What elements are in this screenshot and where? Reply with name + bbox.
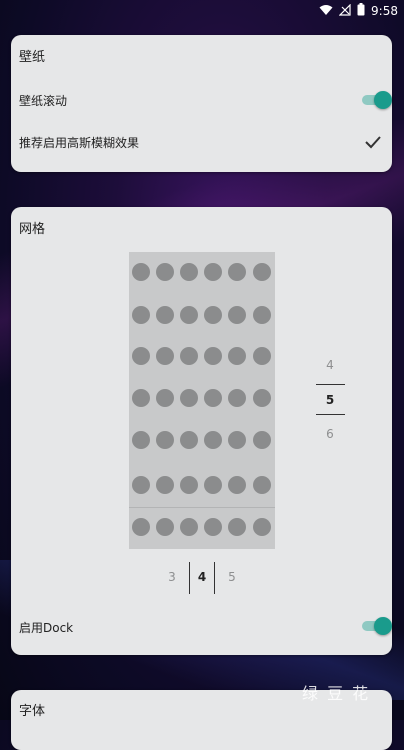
dock-dot — [132, 518, 150, 536]
wallpaper-card: 壁纸 壁纸滚动 推荐启用高斯模糊效果 — [11, 35, 392, 172]
dock-separator — [129, 507, 275, 508]
grid-dot — [228, 431, 246, 449]
grid-dot — [132, 347, 150, 365]
grid-dot — [132, 389, 150, 407]
grid-dot — [132, 431, 150, 449]
grid-dot — [180, 389, 198, 407]
grid-dot — [228, 389, 246, 407]
grid-dot — [228, 306, 246, 324]
wallpaper-scroll-label: 壁纸滚动 — [19, 94, 68, 108]
wallpaper-scroll-toggle[interactable] — [360, 91, 392, 109]
grid-dot — [204, 263, 222, 281]
grid-dot — [253, 389, 271, 407]
cols-picker-prev[interactable]: 3 — [165, 570, 179, 584]
status-bar: 9:58 — [0, 0, 404, 24]
signal-icon — [338, 3, 351, 19]
dock-dot — [180, 518, 198, 536]
grid-dot — [180, 306, 198, 324]
status-time: 9:58 — [371, 4, 398, 18]
grid-dot — [156, 476, 174, 494]
grid-dot — [132, 306, 150, 324]
battery-icon — [357, 3, 365, 19]
rows-picker-top-line — [316, 384, 345, 385]
grid-dot — [253, 431, 271, 449]
cols-picker-next[interactable]: 5 — [225, 570, 239, 584]
grid-dot — [253, 476, 271, 494]
grid-dot — [228, 263, 246, 281]
grid-dot — [180, 476, 198, 494]
grid-dot — [132, 263, 150, 281]
grid-dot — [253, 347, 271, 365]
cols-picker-left-line — [189, 562, 190, 594]
dock-toggle[interactable] — [360, 617, 392, 635]
dock-dot — [156, 518, 174, 536]
grid-dot — [156, 347, 174, 365]
check-icon[interactable] — [363, 132, 383, 152]
grid-dot — [180, 347, 198, 365]
grid-dot — [253, 263, 271, 281]
grid-dot — [204, 306, 222, 324]
dock-dot — [204, 518, 222, 536]
wallpaper-card-title: 壁纸 — [19, 50, 46, 65]
rows-picker-bottom-line — [316, 414, 345, 415]
grid-dot — [253, 306, 271, 324]
watermark-text: 绿 豆 花 — [302, 684, 371, 703]
grid-dot — [228, 476, 246, 494]
rows-picker-selected[interactable]: 5 — [320, 393, 340, 407]
grid-dot — [180, 263, 198, 281]
dock-dot — [228, 518, 246, 536]
grid-dot — [156, 306, 174, 324]
grid-dot — [204, 347, 222, 365]
dock-dot — [253, 518, 271, 536]
grid-dot — [204, 476, 222, 494]
grid-dot — [204, 431, 222, 449]
dock-label: 启用Dock — [19, 621, 74, 635]
grid-card-title: 网格 — [19, 222, 46, 237]
blur-effect-label: 推荐启用高斯模糊效果 — [19, 136, 140, 150]
grid-dot — [132, 476, 150, 494]
grid-dot — [180, 431, 198, 449]
cols-picker-right-line — [214, 562, 215, 594]
font-card-title: 字体 — [19, 704, 46, 719]
grid-dot — [156, 263, 174, 281]
wifi-icon — [319, 4, 333, 19]
grid-dot — [228, 347, 246, 365]
grid-dot — [156, 389, 174, 407]
grid-dot — [204, 389, 222, 407]
grid-dot — [156, 431, 174, 449]
rows-picker-prev[interactable]: 4 — [320, 358, 340, 372]
cols-picker-selected[interactable]: 4 — [195, 570, 209, 584]
rows-picker-next[interactable]: 6 — [320, 427, 340, 441]
